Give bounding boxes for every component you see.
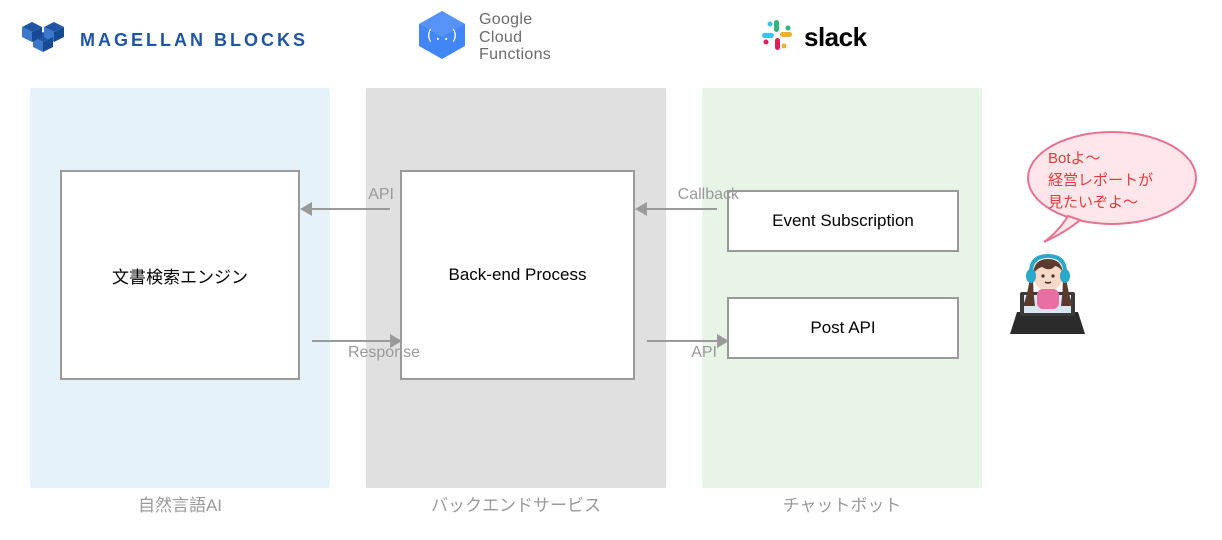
arrow-api-to-post: API (647, 340, 717, 342)
gcf-logo-text: Google Cloud Functions (479, 11, 551, 64)
slack-logo: slack (760, 18, 867, 57)
magellan-logo: MAGELLAN BLOCKS (20, 18, 308, 63)
box-document-search-engine: 文書検索エンジン (60, 170, 300, 380)
magellan-logo-text: MAGELLAN BLOCKS (80, 30, 308, 51)
column-backend-label: バックエンドサービス (366, 491, 666, 516)
arrow-response: Response (312, 340, 390, 342)
arrow-api-label: API (368, 186, 394, 204)
user-avatar-icon (1000, 254, 1095, 344)
gcf-line2: Cloud (479, 29, 522, 46)
arrow-right-icon (717, 334, 729, 348)
gcf-icon: (..) (415, 8, 469, 67)
column-nlp-label: 自然言語AI (30, 491, 330, 516)
arrow-left-icon (635, 202, 647, 216)
gcf-logo: (..) Google Cloud Functions (415, 8, 551, 67)
arrow-callback: Callback (647, 208, 717, 210)
arrow-api2-label: API (691, 344, 717, 362)
column-chatbot-label: チャットボット (702, 491, 982, 516)
speech-bubble-text: Botよ〜 経営レポートが 見たいぞよ〜 (1048, 148, 1153, 213)
speech-line3: 見たいぞよ〜 (1048, 194, 1138, 211)
box-event-subscription: Event Subscription (727, 190, 959, 252)
slack-icon (760, 18, 794, 57)
arrow-api-to-search: API (312, 208, 390, 210)
logo-row: MAGELLAN BLOCKS (..) Google Cloud Functi… (0, 8, 1222, 78)
arrow-callback-label: Callback (678, 186, 739, 204)
speech-line2: 経営レポートが (1048, 172, 1153, 189)
column-chatbot: チャットボット (702, 88, 982, 488)
slack-logo-text: slack (804, 22, 867, 53)
arrow-left-icon (300, 202, 312, 216)
box-backend-process: Back-end Process (400, 170, 635, 380)
speech-line1: Botよ〜 (1048, 150, 1101, 167)
gcf-line3: Functions (479, 46, 551, 63)
box-post-api: Post API (727, 297, 959, 359)
speech-bubble: Botよ〜 経営レポートが 見たいぞよ〜 (1018, 128, 1200, 248)
magellan-cubes-icon (20, 18, 70, 63)
svg-text:(..): (..) (425, 28, 459, 44)
gcf-line1: Google (479, 11, 532, 28)
arrow-response-label: Response (348, 344, 420, 362)
